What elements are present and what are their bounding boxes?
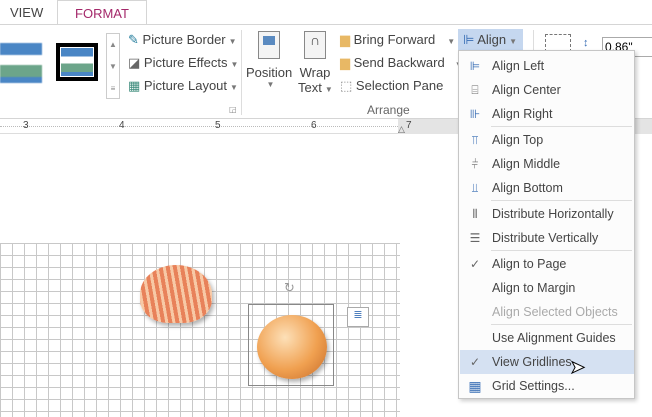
checkmark-icon: ✓	[469, 355, 481, 369]
menu-item-align-middle[interactable]: ⫩ Align Middle	[460, 152, 634, 176]
effects-icon: ◪	[128, 55, 141, 70]
wrap-text-icon: ∩	[304, 31, 326, 59]
dialog-launcher-icon[interactable]: ◲	[229, 105, 237, 114]
menu-item-align-selected-objects: Align Selected Objects	[492, 305, 618, 319]
height-icon: ↕	[583, 37, 589, 49]
align-bottom-icon: ⫫	[471, 181, 479, 195]
layout-icon: ▦	[128, 78, 141, 93]
menu-item-align-top[interactable]: ⫪ Align Top	[460, 128, 634, 152]
picture-border-button[interactable]: ✎ Picture Border ▼	[128, 32, 237, 48]
align-top-icon: ⫪	[471, 133, 479, 147]
align-button[interactable]: ⊫ Align ▼	[458, 29, 523, 51]
menu-item-align-right[interactable]: ⊪ Align Right	[460, 102, 634, 126]
selected-shell-image[interactable]	[248, 304, 334, 386]
menu-item-distribute-horizontally[interactable]: ⫴ Distribute Horizontally	[460, 202, 634, 226]
menu-item-grid-settings[interactable]: ▦ Grid Settings...	[460, 374, 634, 398]
menu-item-use-alignment-guides[interactable]: Use Alignment Guides	[460, 326, 634, 350]
checkmark-icon: ✓	[469, 257, 481, 271]
bring-forward-icon: ▆	[340, 32, 350, 47]
selection-pane-button[interactable]: ⬚ Selection Pane	[340, 78, 443, 94]
rotate-handle-icon[interactable]: ↻	[284, 280, 295, 296]
menu-item-align-center[interactable]: ⌸ Align Center	[460, 78, 634, 102]
menu-item-distribute-vertically[interactable]: ☰ Distribute Vertically	[460, 226, 634, 250]
gallery-scroll[interactable]: ▲ ▼ ≡	[106, 33, 120, 99]
menu-item-align-bottom[interactable]: ⫫ Align Bottom	[460, 176, 634, 200]
divider	[241, 30, 242, 115]
wrap-text-button[interactable]: ∩ Wrap Text ▼	[298, 31, 333, 95]
align-icon: ⊫	[463, 32, 475, 47]
shell-image[interactable]	[140, 265, 212, 323]
ruler-tick: 5	[215, 120, 221, 131]
align-left-icon: ⊫	[469, 59, 481, 73]
picture-effects-button[interactable]: ◪ Picture Effects ▼	[128, 55, 238, 71]
tab-view[interactable]: VIEW	[10, 0, 43, 25]
picture-layout-button[interactable]: ▦ Picture Layout ▼	[128, 78, 238, 94]
gridlines	[0, 243, 400, 417]
mouse-cursor-icon: ➤	[569, 357, 586, 378]
bring-forward-button[interactable]: ▆ Bring Forward ▼	[340, 32, 455, 48]
arrange-group-label: Arrange	[367, 103, 410, 117]
align-middle-icon: ⫩	[471, 157, 479, 171]
ruler-tick: 3	[23, 120, 29, 131]
send-backward-icon: ▆	[340, 55, 350, 70]
align-right-icon: ⊪	[469, 107, 481, 121]
position-icon	[258, 31, 280, 59]
align-center-icon: ⌸	[471, 83, 479, 97]
ruler-tick: 6	[311, 120, 317, 131]
tab-format[interactable]: FORMAT	[57, 0, 147, 26]
menu-item-align-to-page[interactable]: ✓ Align to Page	[460, 252, 634, 276]
distribute-horizontal-icon: ⫴	[472, 207, 478, 221]
menu-item-align-left[interactable]: ⊫ Align Left	[460, 54, 634, 78]
menu-item-align-to-margin[interactable]: Align to Margin	[460, 276, 634, 300]
send-backward-button[interactable]: ▆ Send Backward▼	[340, 55, 463, 71]
menu-item-view-gridlines[interactable]: ✓ View Gridlines	[460, 350, 634, 374]
grid-icon: ▦	[468, 378, 482, 394]
picture-style-thumbnail[interactable]	[56, 43, 98, 81]
distribute-vertical-icon: ☰	[469, 231, 481, 245]
ruler-tick: 4	[119, 120, 125, 131]
align-dropdown-menu: ⊫ Align Left ⌸ Align Center ⊪ Align Right ⫪…	[458, 50, 635, 399]
picture-style-thumbnail[interactable]	[0, 43, 42, 83]
position-button[interactable]: Position ▼	[246, 31, 292, 89]
selection-pane-icon: ⬚	[340, 78, 353, 93]
pen-icon: ✎	[128, 32, 139, 47]
layout-options-icon[interactable]: ≣	[347, 307, 369, 327]
ruler-tick: 7	[406, 120, 412, 131]
